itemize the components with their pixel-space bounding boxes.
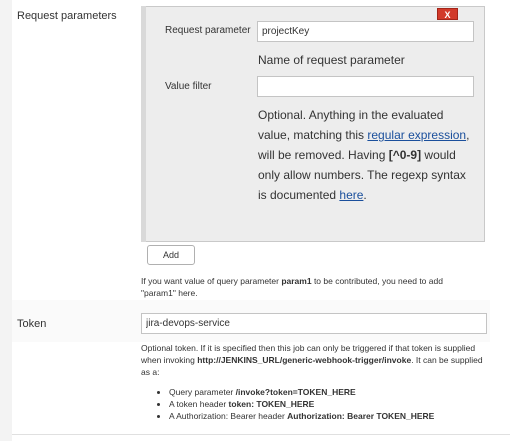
token-help: Optional token. If it is specified then … bbox=[141, 342, 491, 378]
section-divider bbox=[12, 434, 510, 435]
panel-drag-stripe[interactable] bbox=[141, 6, 146, 242]
list-item: A token header token: TOKEN_HERE bbox=[169, 398, 495, 410]
request-parameter-input[interactable] bbox=[257, 21, 474, 42]
option-value: Authorization: Bearer TOKEN_HERE bbox=[287, 411, 435, 421]
param-name: param1 bbox=[281, 276, 312, 286]
request-parameters-label: Request parameters bbox=[17, 10, 117, 22]
value-filter-help: Optional. Anything in the evaluated valu… bbox=[258, 105, 474, 205]
regexp-syntax-link[interactable]: here bbox=[339, 188, 363, 202]
left-gutter bbox=[0, 0, 12, 441]
option-prefix: A token header bbox=[169, 399, 229, 409]
token-input[interactable] bbox=[141, 313, 487, 334]
option-prefix: A Authorization: Bearer header bbox=[169, 411, 288, 421]
add-parameter-button[interactable]: Add bbox=[147, 245, 195, 265]
token-label: Token bbox=[17, 318, 47, 330]
token-options-list: Query parameter /invoke?token=TOKEN_HERE… bbox=[155, 386, 495, 422]
request-parameters-help: If you want value of query parameter par… bbox=[141, 275, 471, 299]
option-value: token: TOKEN_HERE bbox=[228, 399, 315, 409]
regex-example: [^0-9] bbox=[388, 148, 422, 162]
request-parameter-help: Name of request parameter bbox=[258, 53, 405, 67]
list-item: Query parameter /invoke?token=TOKEN_HERE bbox=[169, 386, 495, 398]
regular-expression-link[interactable]: regular expression bbox=[367, 128, 466, 142]
value-filter-field-label: Value filter bbox=[165, 81, 212, 92]
footer-help-text: If you want value of query parameter bbox=[141, 276, 282, 286]
invoke-url: http://JENKINS_URL/generic-webhook-trigg… bbox=[197, 355, 412, 365]
value-filter-input[interactable] bbox=[257, 76, 474, 97]
delete-parameter-button[interactable]: X bbox=[437, 8, 458, 20]
option-value: /invoke?token=TOKEN_HERE bbox=[235, 387, 356, 397]
request-parameter-field-label: Request parameter bbox=[165, 25, 251, 36]
option-prefix: Query parameter bbox=[169, 387, 236, 397]
value-filter-help-text: . bbox=[363, 188, 367, 202]
list-item: A Authorization: Bearer header Authoriza… bbox=[169, 410, 495, 422]
